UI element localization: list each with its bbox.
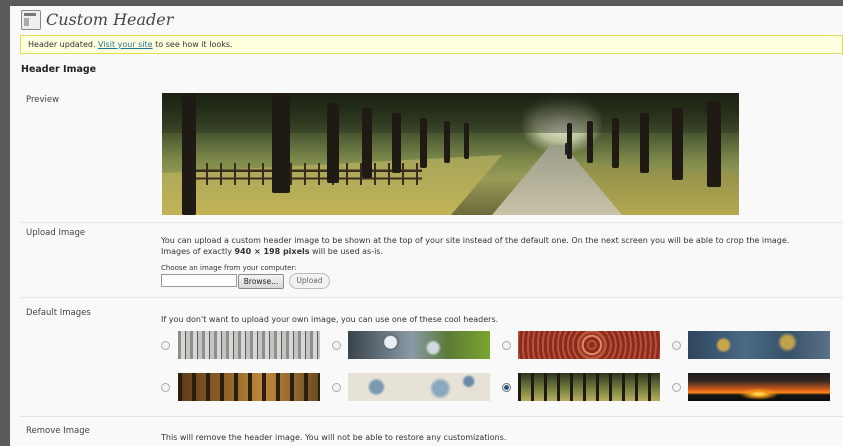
row-separator (20, 222, 843, 223)
default-header-thumbnail[interactable] (518, 373, 660, 401)
default-header-radio[interactable] (672, 383, 681, 392)
default-header-thumbnail[interactable] (348, 331, 490, 359)
upload-desc-dimensions: 940 × 198 pixels (234, 247, 310, 256)
upload-button[interactable]: Upload (289, 273, 330, 289)
default-header-thumbnail[interactable] (178, 331, 320, 359)
preview-label: Preview (26, 95, 60, 105)
default-header-radio[interactable] (332, 383, 341, 392)
header-preview-image (162, 93, 739, 215)
appearance-icon (21, 10, 41, 30)
default-header-radio[interactable] (161, 383, 170, 392)
row-separator (20, 297, 843, 298)
default-images-description: If you don't want to upload your own ima… (161, 315, 499, 324)
default-header-radio[interactable] (672, 341, 681, 350)
row-separator (20, 416, 843, 417)
default-header-thumbnail[interactable] (348, 373, 490, 401)
upload-desc-line2-prefix: Images of exactly (161, 247, 235, 256)
upload-desc-line2-suffix: will be used as-is. (309, 247, 384, 256)
section-title: Header Image (21, 64, 97, 75)
default-header-radio[interactable] (161, 341, 170, 350)
window-frame-left (0, 0, 10, 446)
upload-desc-line1: You can upload a custom header image to … (161, 236, 790, 245)
default-header-thumbnail[interactable] (688, 331, 830, 359)
remove-image-description: This will remove the header image. You w… (161, 433, 507, 442)
choose-file-label: Choose an image from your computer: (161, 264, 297, 272)
default-header-radio[interactable] (332, 341, 341, 350)
default-header-radio[interactable] (502, 341, 511, 350)
default-header-thumbnail[interactable] (688, 373, 830, 401)
visit-site-link[interactable]: Visit your site (98, 40, 153, 49)
default-images-label: Default Images (26, 308, 91, 318)
default-header-thumbnail[interactable] (178, 373, 320, 401)
notice-text-suffix: to see how it looks. (152, 40, 233, 49)
update-notice: Header updated. Visit your site to see h… (20, 35, 843, 54)
notice-text-prefix: Header updated. (28, 40, 99, 49)
upload-image-label: Upload Image (26, 228, 86, 238)
file-path-input[interactable] (161, 274, 237, 287)
default-header-radio-selected[interactable] (502, 383, 511, 392)
upload-description: You can upload a custom header image to … (161, 235, 831, 257)
remove-image-label: Remove Image (26, 426, 90, 436)
browse-button[interactable]: Browse... (238, 274, 284, 289)
page-title: Custom Header (46, 10, 174, 29)
default-header-thumbnail[interactable] (518, 331, 660, 359)
